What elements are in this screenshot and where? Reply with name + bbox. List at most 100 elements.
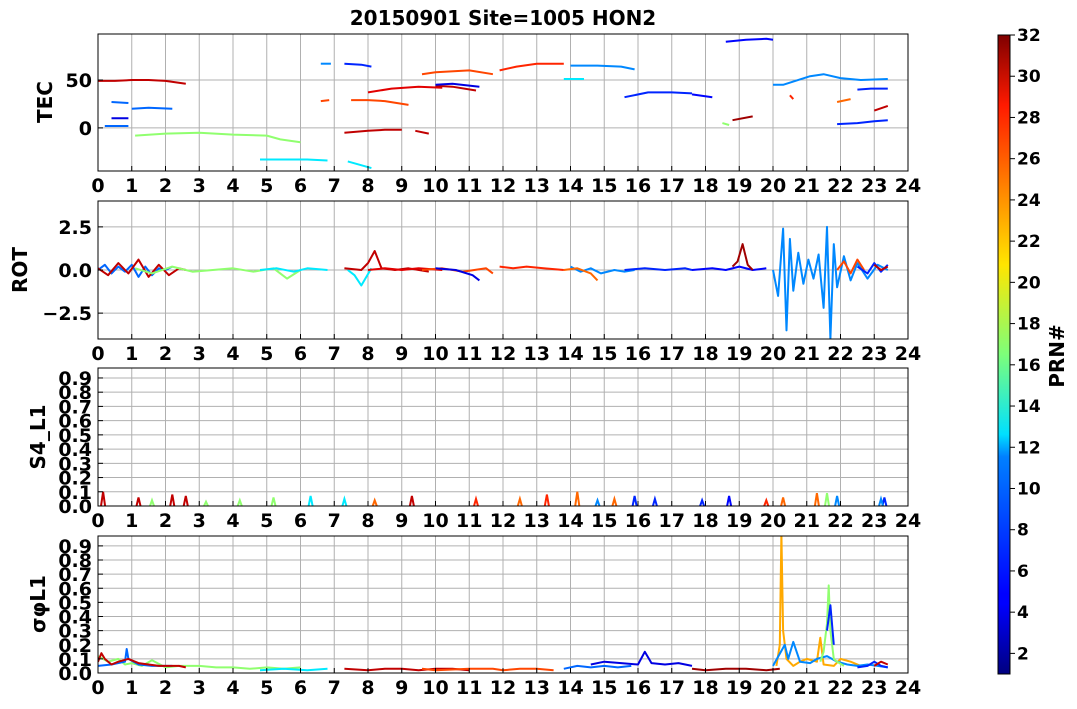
series-prn-25-spike xyxy=(574,491,581,506)
x-tick-label: 16 xyxy=(625,677,651,699)
series-prn-6 xyxy=(857,87,888,91)
x-tick-label: 0 xyxy=(91,510,104,532)
x-tick-label: 11 xyxy=(456,677,482,699)
x-tick-label: 6 xyxy=(294,175,307,197)
series-prn-26 xyxy=(320,99,330,103)
x-tick-label: 16 xyxy=(625,510,651,532)
x-tick-label: 21 xyxy=(794,175,820,197)
colorbar-tick-label: 2 xyxy=(1017,644,1029,664)
series-prn-12 xyxy=(259,667,328,672)
series-prn-9 xyxy=(570,64,635,71)
x-tick-label: 24 xyxy=(895,510,921,532)
y-axis-label: S4_L1 xyxy=(26,405,50,470)
y-tick-label: 0 xyxy=(79,118,92,140)
x-tick-label: 4 xyxy=(226,510,239,532)
x-tick-label: 19 xyxy=(726,677,752,699)
series-prn-6 xyxy=(837,119,888,126)
x-tick-label: 8 xyxy=(361,175,374,197)
x-tick-label: 7 xyxy=(328,510,341,532)
series-prn-27 xyxy=(499,265,564,271)
x-tick-label: 23 xyxy=(861,343,887,365)
x-tick-label: 14 xyxy=(557,510,583,532)
x-tick-label: 17 xyxy=(659,175,685,197)
x-tick-label: 6 xyxy=(294,677,307,699)
colorbar-tick-label: 4 xyxy=(1017,603,1029,623)
x-tick-label: 19 xyxy=(726,510,752,532)
colorbar-tick-label: 24 xyxy=(1017,191,1041,211)
colorbar-tick-label: 22 xyxy=(1017,232,1041,252)
x-tick-label: 13 xyxy=(524,510,550,532)
x-tick-label: 18 xyxy=(692,343,718,365)
x-tick-label: 9 xyxy=(395,510,408,532)
x-tick-label: 14 xyxy=(557,175,583,197)
x-tick-label: 20 xyxy=(760,175,786,197)
series-prn-17-spike xyxy=(149,497,155,506)
series-prn-29 xyxy=(367,85,443,94)
series-prn-25-spike xyxy=(780,497,787,506)
x-tick-label: 4 xyxy=(226,343,239,365)
x-tick-label: 7 xyxy=(328,175,341,197)
series-prn-17-spike xyxy=(236,497,243,506)
x-tick-label: 8 xyxy=(361,510,374,532)
series-prn-6 xyxy=(624,91,693,99)
colorbar-tick-label: 32 xyxy=(1017,26,1041,46)
series-group xyxy=(98,37,889,170)
x-tick-label: 18 xyxy=(692,175,718,197)
series-prn-30-spike xyxy=(169,494,176,506)
y-axis-label: TEC xyxy=(33,81,57,123)
series-prn-17-spike xyxy=(203,499,209,506)
x-tick-label: 6 xyxy=(294,343,307,365)
series-prn-25-spike xyxy=(516,495,523,506)
x-tick-label: 8 xyxy=(361,343,374,365)
series-prn-17 xyxy=(135,131,301,144)
x-tick-label: 12 xyxy=(490,510,516,532)
series-prn-27 xyxy=(499,62,564,72)
series-prn-9-spike xyxy=(834,495,841,506)
x-tick-label: 16 xyxy=(625,343,651,365)
panel-3: 0 1 2 3 4 5 6 7 8 9 10 11 12 13 14 15 16 17 18 19 20 21 22 23 24… xyxy=(26,367,921,532)
x-tick-label: 10 xyxy=(422,175,448,197)
series-prn-5 xyxy=(725,37,774,43)
series-group xyxy=(100,491,888,506)
x-tick-label: 13 xyxy=(524,175,550,197)
series-prn-5-spike xyxy=(726,495,733,506)
series-prn-31 xyxy=(732,115,753,122)
series-prn-30 xyxy=(415,129,430,135)
colorbar-tick-label: 12 xyxy=(1017,438,1041,458)
x-tick-label: 1 xyxy=(125,677,138,699)
x-tick-label: 0 xyxy=(91,343,104,365)
x-tick-label: 8 xyxy=(361,677,374,699)
x-tick-label: 3 xyxy=(193,343,206,365)
colorbar-tick-label: 20 xyxy=(1017,273,1041,293)
x-tick-label: 7 xyxy=(328,677,341,699)
x-tick-label: 5 xyxy=(260,175,273,197)
x-tick-label: 9 xyxy=(395,343,408,365)
x-tick-label: 14 xyxy=(557,677,583,699)
figure-title: 20150901 Site=1005 HON2 xyxy=(350,6,656,30)
x-tick-label: 17 xyxy=(659,677,685,699)
x-tick-label: 11 xyxy=(456,510,482,532)
x-tick-label: 5 xyxy=(260,343,273,365)
x-tick-label: 22 xyxy=(827,677,853,699)
colorbar-tick-label: 6 xyxy=(1017,562,1029,582)
series-prn-30-spike xyxy=(100,491,107,506)
series-prn-27 xyxy=(789,94,795,100)
colorbar: 2468101214161820222426283032 PRN# xyxy=(997,26,1069,675)
x-tick-label: 4 xyxy=(226,677,239,699)
series-group xyxy=(98,225,889,339)
x-tick-label: 2 xyxy=(159,677,172,699)
x-tick-label: 15 xyxy=(591,510,617,532)
x-tick-label: 9 xyxy=(395,677,408,699)
series-prn-30 xyxy=(873,104,889,112)
x-tick-label: 17 xyxy=(659,510,685,532)
x-tick-label: 20 xyxy=(760,343,786,365)
x-tick-label: 14 xyxy=(557,343,583,365)
x-tick-label: 12 xyxy=(490,175,516,197)
y-tick-label: 0.0 xyxy=(58,260,92,282)
x-tick-label: 21 xyxy=(794,343,820,365)
colorbar-tick-label: 14 xyxy=(1017,397,1041,417)
x-tick-label: 15 xyxy=(591,677,617,699)
series-prn-17-spike xyxy=(824,493,830,506)
series-prn-25-spike xyxy=(611,495,618,506)
series-prn-30 xyxy=(98,79,186,85)
